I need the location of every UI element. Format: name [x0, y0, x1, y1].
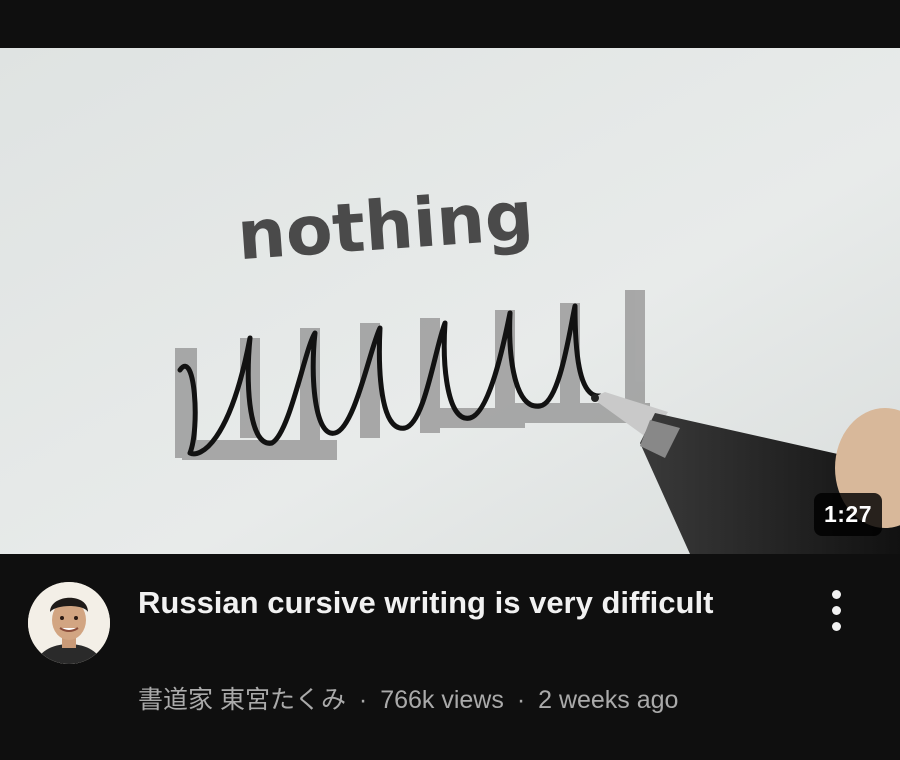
avatar[interactable]: [28, 582, 110, 664]
video-meta-row: Russian cursive writing is very difficul…: [0, 554, 900, 760]
separator: ·: [516, 686, 526, 714]
thumbnail-image: nothing: [0, 48, 900, 554]
video-thumbnail[interactable]: nothing 1:27: [0, 48, 900, 554]
duration-badge: 1:27: [813, 493, 882, 536]
separator: ·: [358, 686, 368, 714]
more-vert-icon[interactable]: [812, 584, 860, 636]
channel-avatar-image: [28, 582, 110, 664]
video-title[interactable]: Russian cursive writing is very difficul…: [138, 582, 758, 624]
video-subline: 書道家 東宮たくみ · 766k views · 2 weeks ago: [138, 680, 818, 716]
channel-name[interactable]: 書道家 東宮たくみ: [138, 686, 346, 714]
upload-age: 2 weeks ago: [538, 686, 679, 714]
view-count: 766k views: [380, 686, 504, 714]
